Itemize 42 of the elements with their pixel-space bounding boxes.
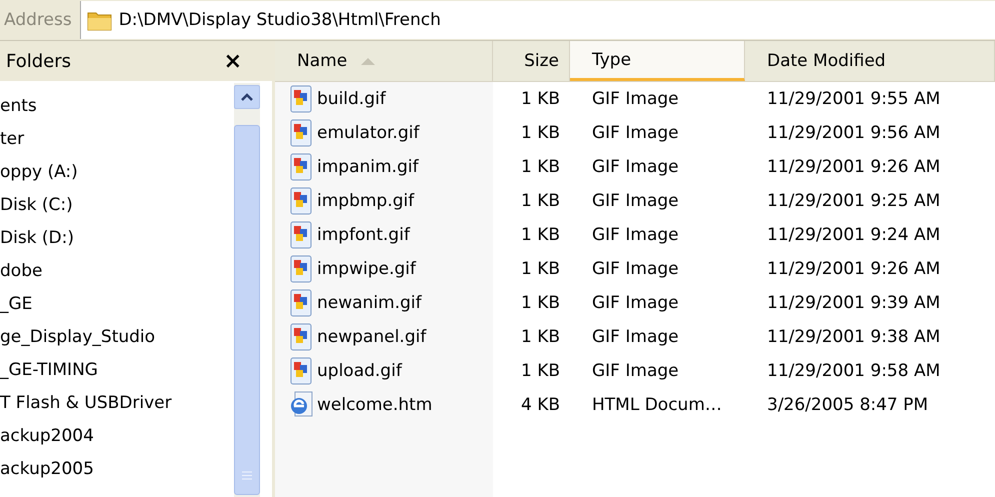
folder-item[interactable]: _GE — [0, 287, 234, 320]
column-header[interactable]: Name — [275, 41, 493, 81]
file-item[interactable]: newanim.gif — [275, 286, 493, 320]
file-item[interactable]: upload.gif — [275, 354, 493, 388]
address-label: Address — [3, 10, 73, 30]
folder-item[interactable]: _GE-TIMING — [0, 353, 234, 386]
folder-item[interactable]: ackup2005 — [0, 452, 234, 485]
file-item[interactable]: impfont.gif — [275, 218, 493, 252]
file-item[interactable]: emulator.gif — [275, 116, 493, 150]
image-file-icon — [289, 323, 313, 351]
image-file-icon — [289, 357, 313, 385]
folder-item[interactable]: dobe — [0, 254, 234, 287]
column-header[interactable]: Date Modified — [745, 41, 995, 81]
folder-item[interactable]: T Flash & USBDriver — [0, 386, 234, 419]
column-header[interactable]: Type — [570, 41, 745, 81]
folder-item[interactable]: ter — [0, 122, 234, 155]
folder-item[interactable]: ge_Display_Studio — [0, 320, 234, 353]
image-file-icon — [289, 153, 313, 181]
scrollbar[interactable] — [234, 83, 260, 497]
folder-item[interactable]: ents — [0, 89, 234, 122]
image-file-icon — [289, 221, 313, 249]
folder-item[interactable]: oppy (A:) — [0, 155, 234, 188]
file-item[interactable]: impanim.gif — [275, 150, 493, 184]
pane-title: Folders — [6, 50, 72, 72]
address-field[interactable]: D:\DMV\Display Studio38\Html\French — [80, 1, 995, 39]
web-page-icon — [289, 391, 313, 419]
file-item[interactable]: welcome.htm — [275, 388, 493, 422]
file-item[interactable]: newpanel.gif — [275, 320, 493, 354]
folder-item[interactable]: ackup2004 — [0, 419, 234, 452]
image-file-icon — [289, 119, 313, 147]
file-item[interactable]: impwipe.gif — [275, 252, 493, 286]
image-file-icon — [289, 255, 313, 283]
close-button[interactable]: × — [224, 48, 242, 74]
file-item[interactable]: build.gif — [275, 82, 493, 116]
sort-arrow-icon — [361, 57, 376, 65]
file-item[interactable]: impbmp.gif — [275, 184, 493, 218]
folder-item[interactable]: Disk (D:) — [0, 221, 234, 254]
image-file-icon — [289, 85, 313, 113]
image-file-icon — [289, 289, 313, 317]
folder-item[interactable]: Disk (C:) — [0, 188, 234, 221]
image-file-icon — [289, 187, 313, 215]
grip-icon — [242, 471, 252, 480]
